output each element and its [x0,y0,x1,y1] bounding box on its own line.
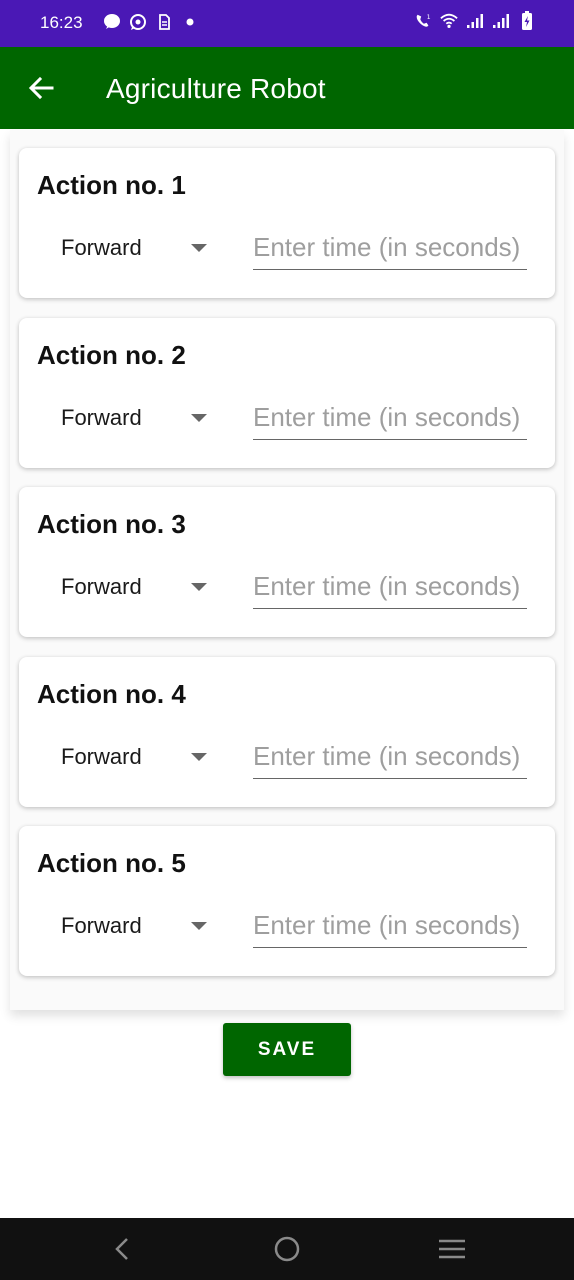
direction-value: Forward [61,744,142,769]
caret-down-icon [191,753,207,761]
back-nav-icon [115,1238,128,1260]
direction-value: Forward [61,574,142,599]
app-bar: Agriculture Robot [0,47,574,129]
wifi-icon [440,11,458,31]
volte-call-icon: 1 [414,11,432,31]
actions-list[interactable]: Action no. 1 Forward Action no. 2 Forwar… [10,130,564,1010]
direction-dropdown[interactable]: Forward [47,904,232,948]
status-time: 16:23 [40,13,83,32]
direction-value: Forward [61,235,142,260]
action-title: Action no. 3 [37,509,186,539]
whatsapp-icon [129,12,147,32]
direction-value: Forward [61,913,142,938]
caret-down-icon [191,583,207,591]
signal-icon-2 [492,11,510,31]
dot-icon [181,12,199,32]
action-card: Action no. 2 Forward [19,318,555,468]
direction-dropdown[interactable]: Forward [47,226,232,270]
action-title: Action no. 2 [37,340,186,370]
direction-value: Forward [61,405,142,430]
status-bar: 16:23 1 [0,0,574,47]
back-button[interactable] [24,71,58,105]
time-input[interactable] [253,396,527,440]
save-button[interactable]: SAVE [223,1023,351,1076]
caret-down-icon [191,244,207,252]
nav-back-button[interactable] [104,1234,140,1264]
message-icon [103,12,121,32]
page-title: Agriculture Robot [106,73,326,104]
time-input[interactable] [253,565,527,609]
recents-nav-icon [439,1239,465,1259]
action-card: Action no. 5 Forward [19,826,555,976]
direction-dropdown[interactable]: Forward [47,735,232,779]
nav-recents-button[interactable] [434,1234,470,1264]
home-nav-icon [274,1236,300,1262]
nav-home-button[interactable] [269,1234,305,1264]
time-input[interactable] [253,904,527,948]
direction-dropdown[interactable]: Forward [47,565,232,609]
signal-icon-1 [466,11,484,31]
arrow-left-icon [28,76,54,100]
action-card: Action no. 4 Forward [19,657,555,807]
action-title: Action no. 1 [37,170,186,200]
action-title: Action no. 5 [37,848,186,878]
caret-down-icon [191,922,207,930]
battery-charging-icon [518,11,536,31]
direction-dropdown[interactable]: Forward [47,396,232,440]
time-input[interactable] [253,735,527,779]
action-card: Action no. 1 Forward [19,148,555,298]
action-title: Action no. 4 [37,679,186,709]
action-card: Action no. 3 Forward [19,487,555,637]
sim-icon [155,12,173,32]
caret-down-icon [191,414,207,422]
time-input[interactable] [253,226,527,270]
system-nav-bar [0,1218,574,1280]
svg-text:1: 1 [427,14,431,21]
